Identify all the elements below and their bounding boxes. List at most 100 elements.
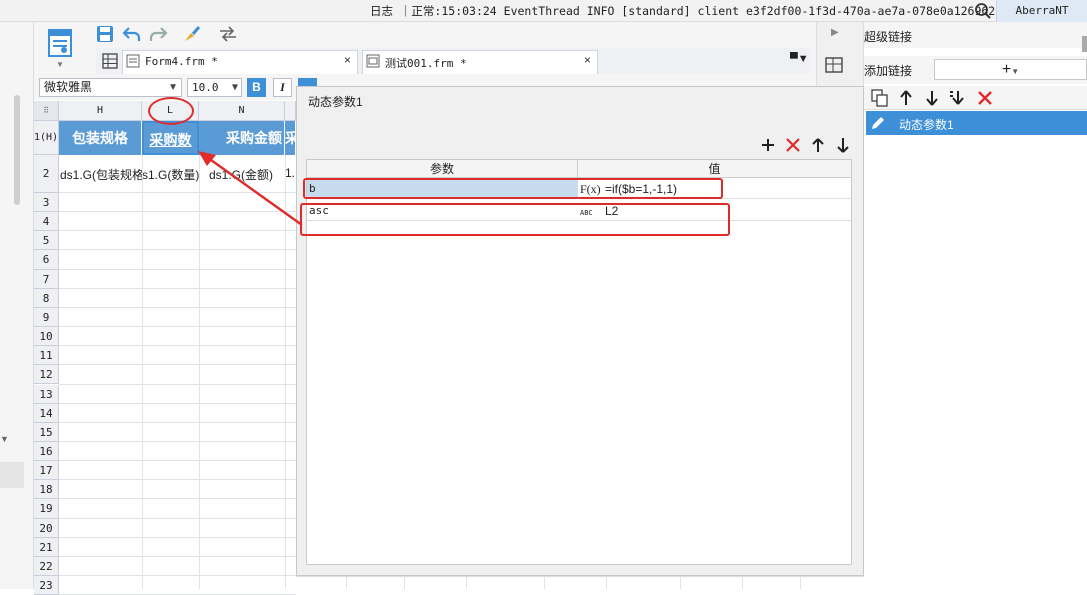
row-header-1[interactable]: 1(H) bbox=[34, 121, 59, 155]
redo-icon[interactable] bbox=[148, 25, 168, 43]
row-header[interactable]: 14 bbox=[34, 403, 59, 423]
value-column-header: 值 bbox=[578, 160, 851, 178]
grid-line bbox=[606, 577, 607, 589]
grid-line bbox=[346, 577, 347, 589]
row-header-2[interactable]: 2 bbox=[34, 155, 59, 193]
status-log-text: 日志 ｜正常:15:03:24 EventThread INFO [standa… bbox=[370, 4, 1051, 18]
row-header[interactable]: 6 bbox=[34, 250, 59, 270]
grid-line bbox=[404, 577, 405, 589]
annotation-circle bbox=[148, 97, 194, 125]
font-family-select[interactable]: 微软雅黑 ▼ bbox=[39, 78, 182, 97]
italic-button[interactable]: I bbox=[273, 78, 292, 97]
row-header[interactable]: 3 bbox=[34, 193, 59, 213]
search-icon[interactable] bbox=[974, 2, 992, 20]
font-size-value: 10.0 bbox=[192, 81, 219, 94]
grid-line bbox=[59, 268, 296, 270]
grid-line bbox=[466, 577, 467, 589]
add-link-label: 添加链接 bbox=[864, 64, 913, 78]
row-header[interactable]: 22 bbox=[34, 556, 59, 576]
close-icon[interactable]: × bbox=[584, 53, 591, 67]
save-icon[interactable] bbox=[96, 25, 114, 43]
row-header[interactable]: 10 bbox=[34, 327, 59, 347]
user-name[interactable]: AberraNT bbox=[996, 0, 1087, 22]
select-all-corner[interactable]: ⠿ bbox=[34, 101, 59, 121]
report-file-icon bbox=[366, 54, 380, 68]
undo-icon[interactable] bbox=[122, 25, 142, 43]
grid-line bbox=[59, 536, 296, 538]
header-cell-package-spec[interactable]: 包装规格 bbox=[59, 121, 142, 155]
move-down-icon[interactable] bbox=[836, 137, 850, 153]
tab-label: Form4.frm * bbox=[145, 55, 218, 68]
grid-line bbox=[59, 383, 296, 385]
grid-line bbox=[59, 326, 296, 328]
row-header[interactable]: 18 bbox=[34, 480, 59, 500]
data-cell[interactable]: ds1.G(包装规格 bbox=[60, 166, 142, 183]
row-header[interactable]: 20 bbox=[34, 518, 59, 538]
delete-param-icon[interactable] bbox=[785, 137, 801, 153]
font-family-value: 微软雅黑 bbox=[44, 80, 93, 94]
row-header[interactable]: 16 bbox=[34, 441, 59, 462]
grid-line bbox=[544, 577, 545, 589]
row-header[interactable]: 21 bbox=[34, 537, 59, 557]
form-file-icon bbox=[126, 54, 140, 68]
scrollbar[interactable] bbox=[14, 95, 20, 205]
grid-line bbox=[59, 287, 296, 289]
grid-line bbox=[59, 575, 296, 576]
dropdown-arrow-icon[interactable]: ▼ bbox=[56, 60, 64, 69]
grid-line bbox=[59, 230, 296, 232]
row-header[interactable]: 19 bbox=[34, 499, 59, 519]
dialog-bottom-edge bbox=[296, 576, 864, 589]
swap-icon[interactable] bbox=[218, 26, 238, 42]
delete-icon[interactable] bbox=[976, 89, 994, 107]
edit-icon[interactable] bbox=[868, 113, 888, 133]
bold-button[interactable]: B bbox=[247, 78, 266, 97]
copy-icon[interactable] bbox=[871, 89, 889, 107]
report-designer-icon[interactable] bbox=[46, 28, 74, 60]
grid-line bbox=[59, 402, 296, 404]
format-painter-icon[interactable] bbox=[182, 24, 202, 44]
row-header[interactable]: 13 bbox=[34, 384, 59, 404]
layout-panel-icon[interactable] bbox=[824, 56, 844, 74]
add-link-button[interactable]: +▼ bbox=[934, 59, 1087, 80]
row-header[interactable]: 8 bbox=[34, 288, 59, 308]
grid-layout-icon[interactable] bbox=[100, 51, 120, 71]
close-icon[interactable]: × bbox=[344, 53, 351, 67]
grid-line bbox=[59, 345, 296, 347]
row-header[interactable]: 23 bbox=[34, 576, 59, 595]
font-size-select[interactable]: 10.0 ▼ bbox=[187, 78, 242, 97]
column-header-h[interactable]: H bbox=[59, 101, 142, 121]
grid-line bbox=[59, 460, 296, 462]
row-header[interactable]: 17 bbox=[34, 461, 59, 481]
move-to-bottom-icon[interactable] bbox=[948, 89, 968, 107]
chevron-down-icon: ▼ bbox=[168, 82, 178, 93]
grid-line bbox=[59, 306, 296, 308]
row-header[interactable]: 11 bbox=[34, 346, 59, 366]
grid-line bbox=[59, 249, 296, 251]
grid-line bbox=[59, 498, 296, 500]
param-column-header: 参数 bbox=[307, 160, 578, 178]
row-header[interactable]: 15 bbox=[34, 422, 59, 442]
column-header-n[interactable]: N bbox=[199, 101, 285, 121]
collapse-arrow-icon[interactable]: ▼ bbox=[0, 434, 12, 444]
tab-menu-icon[interactable]: ▀▼ bbox=[790, 53, 809, 65]
row-header[interactable]: 4 bbox=[34, 212, 59, 232]
move-up-icon[interactable] bbox=[898, 89, 914, 107]
annotation-box bbox=[303, 178, 723, 199]
add-param-button[interactable] bbox=[760, 137, 776, 153]
move-up-icon[interactable] bbox=[811, 137, 825, 153]
annotation-box bbox=[300, 203, 730, 236]
grid-line bbox=[59, 364, 296, 366]
chevron-right-icon[interactable]: ▶ bbox=[831, 27, 839, 38]
left-panel-divider bbox=[0, 462, 24, 488]
row-header[interactable]: 12 bbox=[34, 365, 59, 385]
row-header[interactable]: 7 bbox=[34, 269, 59, 289]
panel-title: 超级链接 bbox=[864, 30, 913, 44]
row-header[interactable]: 5 bbox=[34, 231, 59, 251]
grid-line bbox=[59, 440, 296, 442]
move-down-icon[interactable] bbox=[924, 89, 940, 107]
panel-scrollbar[interactable] bbox=[1082, 36, 1087, 52]
row-header[interactable]: 9 bbox=[34, 307, 59, 328]
grid-line bbox=[59, 555, 296, 557]
column-header-next[interactable] bbox=[285, 101, 296, 121]
tab-label: 测试001.frm * bbox=[385, 57, 467, 70]
